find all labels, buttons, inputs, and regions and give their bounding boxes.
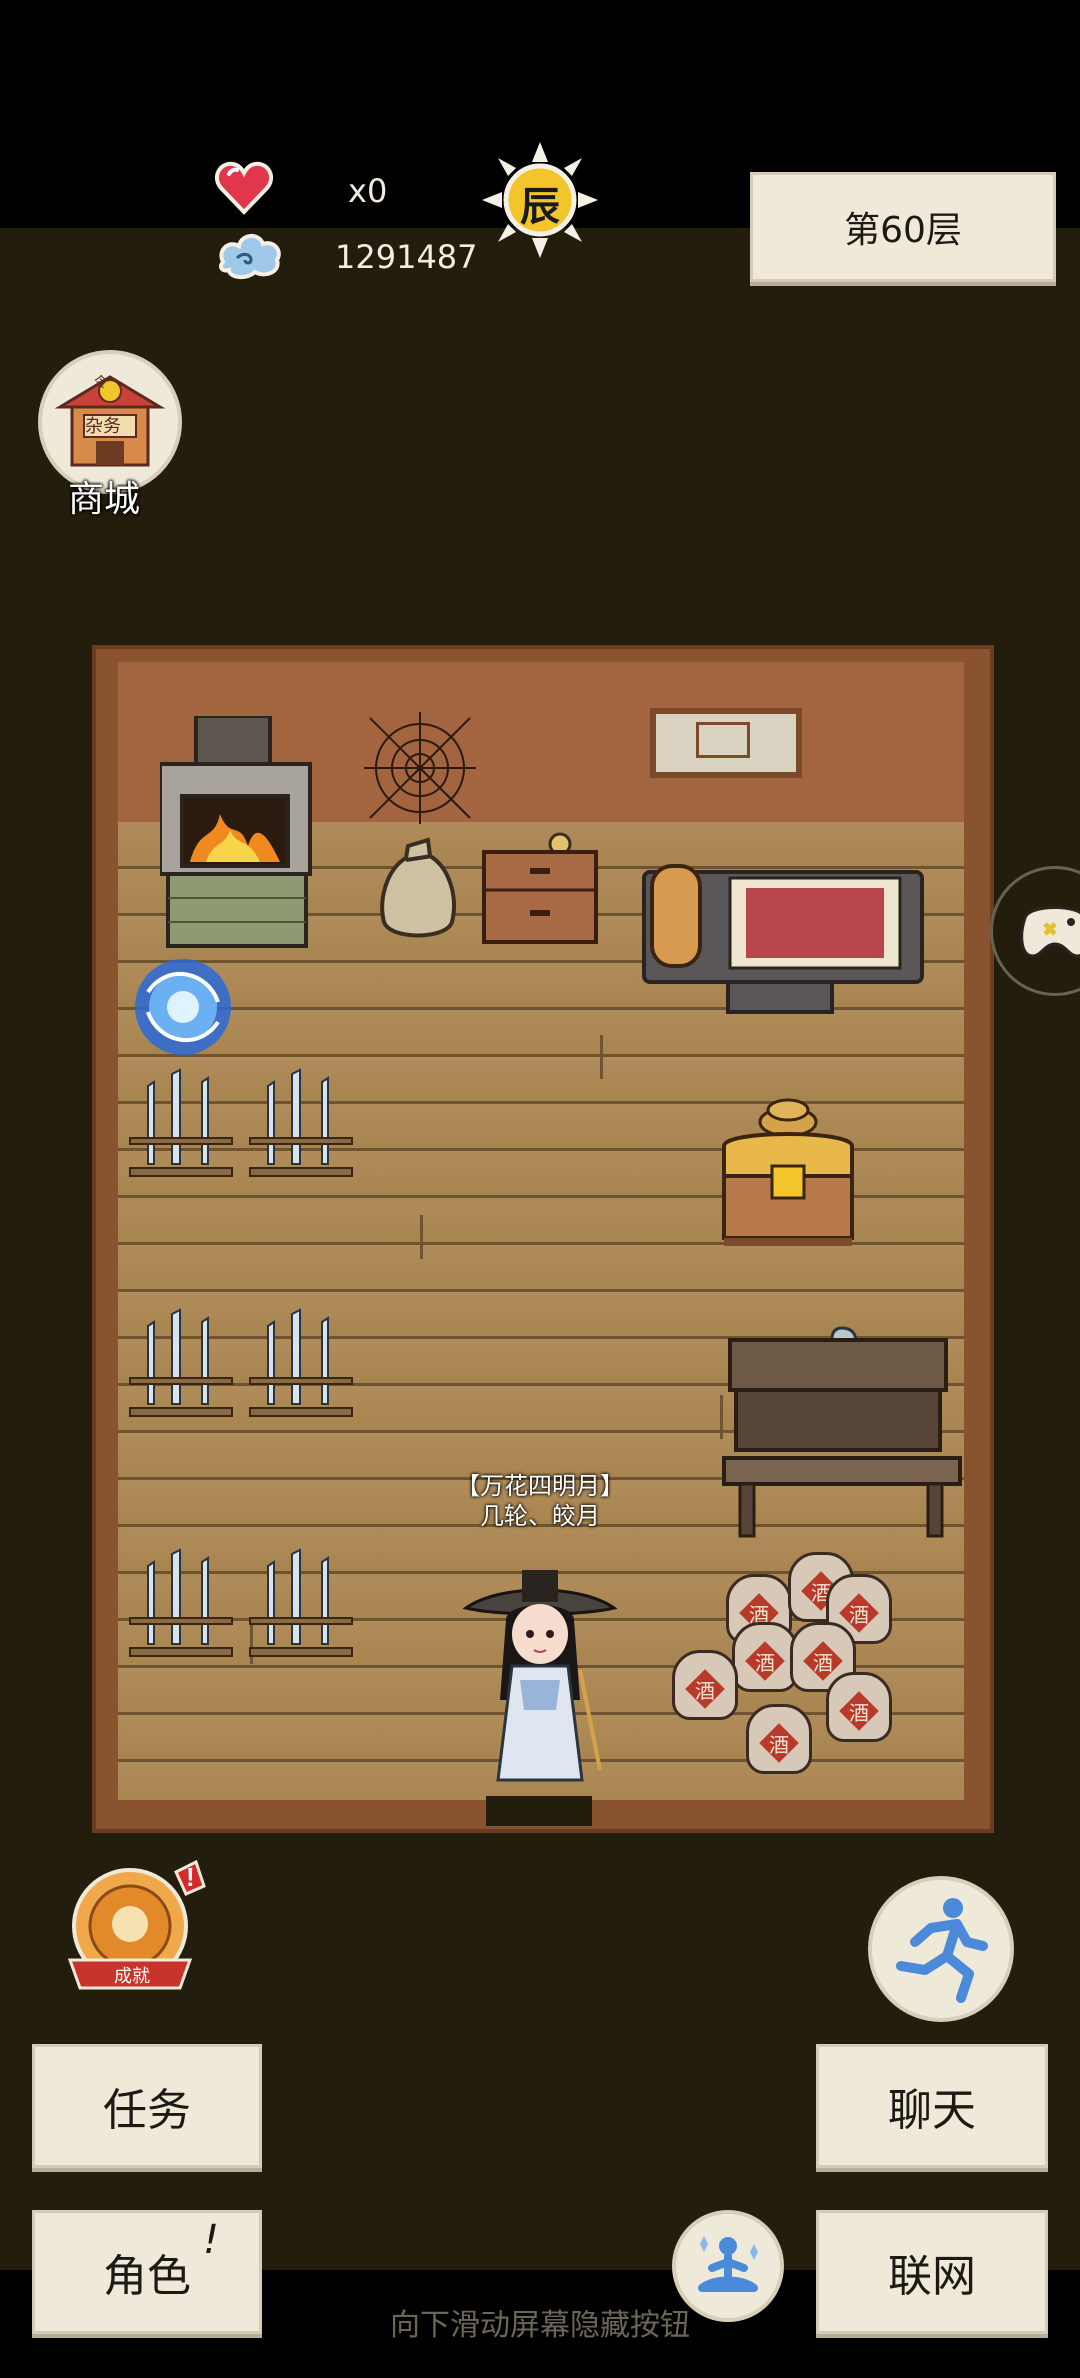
shop-button[interactable]: 令 杂务 商城 (38, 350, 188, 520)
wine-jar: 酒 (732, 1622, 798, 1692)
grain-sack[interactable] (378, 836, 458, 942)
nightstand[interactable] (480, 830, 600, 946)
lives-counter: x0 (214, 160, 388, 221)
teleport-portal[interactable] (128, 952, 238, 1062)
run-button[interactable] (868, 1876, 1014, 2022)
treasure-chest[interactable] (718, 1096, 858, 1254)
character-button-label: 角色 (103, 2251, 191, 2302)
bed[interactable] (642, 862, 924, 1037)
swipe-hint: 向下滑动屏幕隐藏按钮 (390, 2308, 690, 2343)
weapon-rack[interactable] (124, 1308, 238, 1424)
player-name-line2: 几轮、皎月 (480, 1502, 600, 1530)
tea-table[interactable] (722, 1310, 962, 1550)
achievement-alert: ! (186, 1862, 195, 1892)
character-alert: ! (203, 2217, 220, 2263)
window (650, 708, 802, 778)
room-doorway (486, 1796, 592, 1826)
floor-level-badge: 第60层 (750, 172, 1056, 282)
gamepad-button[interactable] (990, 866, 1080, 996)
floor-plank-seam (420, 1215, 423, 1259)
weapon-rack[interactable] (124, 1548, 238, 1664)
cobweb-decoration (364, 712, 476, 824)
time-indicator: 辰 (480, 140, 600, 260)
task-button[interactable]: 任务 (32, 2044, 262, 2168)
wine-jar-group[interactable]: 酒 酒 酒 酒 酒 酒 酒 酒 (672, 1552, 902, 1784)
currency-value: 1291487 (335, 237, 478, 276)
gamepad-icon (1020, 906, 1080, 958)
weapon-rack[interactable] (244, 1548, 358, 1664)
chat-button[interactable]: 聊天 (816, 2044, 1048, 2168)
lives-value: x0 (348, 171, 388, 210)
achievement-button[interactable]: 成就 ! (64, 1859, 214, 2000)
time-char: 辰 (520, 184, 560, 230)
shop-label: 商城 (68, 479, 141, 520)
achievement-label: 成就 (114, 1966, 150, 1987)
player-character[interactable] (460, 1550, 620, 1790)
weapon-rack[interactable] (244, 1308, 358, 1424)
shop-sign-char: 令 (94, 374, 108, 390)
furnace[interactable] (158, 714, 316, 955)
heart-icon (214, 160, 274, 221)
wine-jar: 酒 (672, 1650, 738, 1720)
meditation-icon (698, 2236, 758, 2292)
weapon-rack[interactable] (124, 1068, 238, 1184)
currency-counter: 1291487 (215, 228, 478, 285)
cloud-icon (215, 228, 285, 285)
wine-jar: 酒 (746, 1704, 812, 1774)
running-figure-icon (896, 1898, 988, 2003)
floor-plank-seam (600, 1035, 603, 1079)
shop-banner-text: 杂务 (85, 416, 121, 437)
weapon-rack[interactable] (244, 1068, 358, 1184)
wine-jar: 酒 (826, 1672, 892, 1742)
